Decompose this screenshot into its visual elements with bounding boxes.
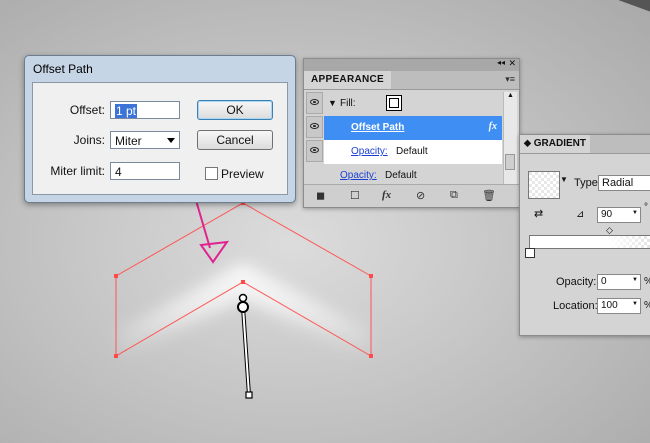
chevron-down-icon <box>167 138 175 143</box>
joins-value: Miter <box>115 134 142 148</box>
opacity-value: Default <box>396 146 428 157</box>
visibility-eye-icon[interactable] <box>306 116 323 138</box>
gradient-tabs: ⬥ GRADIENT <box>520 135 650 154</box>
object-opacity-value: Default <box>385 170 417 181</box>
color-stop-left[interactable] <box>525 248 535 258</box>
fill-swatch[interactable] <box>386 95 402 111</box>
degree-symbol: ° <box>644 202 648 213</box>
cancel-button[interactable]: Cancel <box>197 130 273 150</box>
fx-icon[interactable]: fx <box>489 121 497 132</box>
miter-limit-label: Miter limit: <box>50 164 105 178</box>
tab-appearance[interactable]: APPEARANCE <box>304 71 392 89</box>
close-icon[interactable]: ✕ <box>508 58 516 69</box>
disclosure-triangle-icon[interactable]: ▼ <box>328 98 337 108</box>
appearance-panel: ◂◂ ✕ APPEARANCE ▾≡ ▼ Fill: Offset Path f… <box>303 58 520 208</box>
scroll-thumb[interactable] <box>505 154 515 170</box>
preview-label: Preview <box>221 167 264 181</box>
panel-topbar[interactable]: ◂◂ ✕ <box>304 58 519 71</box>
preview-checkbox[interactable] <box>205 167 218 180</box>
location-label: Location: <box>553 300 598 312</box>
fill-label: Fill: <box>340 98 356 109</box>
type-label: Type: <box>574 177 601 189</box>
miter-limit-input[interactable]: 4 <box>110 162 180 180</box>
gradient-tab-label: GRADIENT <box>533 138 587 149</box>
duplicate-item-icon[interactable]: ⧉ <box>450 189 458 202</box>
dialog-body: Offset: 1 pt Joins: Miter Miter limit: 4… <box>32 82 288 195</box>
chevron-down-icon[interactable]: ▼ <box>560 175 568 184</box>
visibility-eye-icon[interactable] <box>306 140 323 162</box>
trash-icon[interactable]: 🗑 <box>482 189 496 202</box>
offset-input[interactable]: 1 pt <box>110 101 180 119</box>
dialog-title: Offset Path <box>33 62 93 76</box>
opacity-link[interactable]: Opacity: <box>351 146 388 157</box>
visibility-eye-icon[interactable] <box>306 92 323 114</box>
clear-appearance-icon[interactable]: ⊘ <box>416 189 425 202</box>
new-art-icon[interactable]: ◼ <box>316 189 325 202</box>
tab-toggle-icon[interactable]: ⬥ <box>524 138 531 149</box>
offset-path-effect-link[interactable]: Offset Path <box>351 122 404 133</box>
panel-menu-icon[interactable]: ▾≡ <box>505 74 515 85</box>
reverse-gradient-icon[interactable]: ⇄ <box>534 207 543 220</box>
offset-path-dialog: Offset Path Offset: 1 pt Joins: Miter Mi… <box>24 55 296 203</box>
offset-value: 1 pt <box>115 104 138 118</box>
joins-select[interactable]: Miter <box>110 131 180 149</box>
gradient-panel: ⬥ GRADIENT ▼ Type: Radial ⇄ ⊿ 90 ▼ ° ◇ O… <box>519 134 650 336</box>
opacity-label: Opacity: <box>556 276 597 288</box>
joins-label: Joins: <box>73 133 105 147</box>
fill-row[interactable]: ▼ Fill: <box>324 92 502 116</box>
opacity-dropdown-icon[interactable]: ▼ <box>632 277 638 283</box>
appearance-footer: ◼ ☐ fx ⊘ ⧉ 🗑 <box>304 184 519 207</box>
location-percent: % <box>644 300 650 311</box>
angle-icon: ⊿ <box>576 209 585 220</box>
scroll-up-icon[interactable]: ▲ <box>504 92 517 99</box>
appearance-scrollbar[interactable]: ▲ <box>503 92 517 185</box>
type-select[interactable]: Radial <box>598 175 650 191</box>
collapse-icon[interactable]: ◂◂ <box>497 58 505 67</box>
opacity-row[interactable]: Opacity: Default <box>324 140 502 164</box>
panel-tabs: APPEARANCE ▾≡ <box>304 71 519 90</box>
offset-path-row[interactable]: Offset Path fx <box>324 116 502 140</box>
tab-gradient[interactable]: ⬥ GRADIENT <box>520 135 591 153</box>
gradient-annotator[interactable] <box>237 293 253 399</box>
location-dropdown-icon[interactable]: ▼ <box>632 301 638 307</box>
angle-dropdown-icon[interactable]: ▼ <box>632 210 638 216</box>
gradient-preview-swatch[interactable] <box>528 171 560 199</box>
object-opacity-link[interactable]: Opacity: <box>340 170 377 181</box>
add-effect-icon[interactable]: fx <box>382 189 391 201</box>
gradient-slider[interactable] <box>529 235 650 249</box>
ok-button[interactable]: OK <box>197 100 273 120</box>
stroke-icon[interactable]: ☐ <box>350 189 360 202</box>
offset-label: Offset: <box>69 103 105 117</box>
opacity-percent: % <box>644 276 650 287</box>
